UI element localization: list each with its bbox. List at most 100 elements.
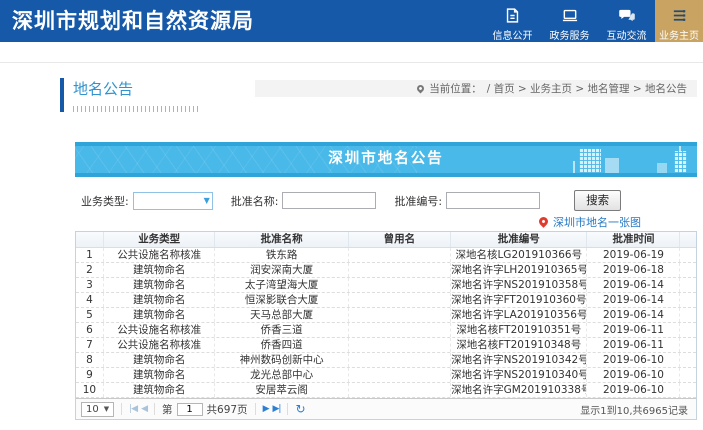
number-filter-input[interactable]: [446, 192, 540, 209]
table-row[interactable]: 6公共设施名称核准侨香三道深地名核FT201910351号2019-06-11: [76, 323, 696, 338]
cell-type: 建筑物命名: [104, 353, 216, 367]
table-body: 1公共设施名称核准铁东路深地名核LG201910366号2019-06-192建…: [76, 248, 696, 398]
cell-former: [349, 293, 451, 307]
pager-divider: [121, 403, 122, 415]
table-row[interactable]: 7公共设施名称核准侨香四道深地名核FT201910348号2019-06-11: [76, 338, 696, 353]
prev-page-button[interactable]: ◀: [141, 404, 147, 414]
cell-number: 深地名许字LH201910365号: [451, 263, 587, 277]
nav-item-gov-services[interactable]: 政务服务: [541, 0, 598, 42]
col-header-name: 批准名称: [215, 232, 348, 247]
table-row[interactable]: 9建筑物命名龙光总部中心深地名许字NS201910340号2019-06-10: [76, 368, 696, 383]
cell-type: 建筑物命名: [104, 293, 216, 307]
cell-num: 5: [76, 308, 104, 322]
cell-date: 2019-06-10: [587, 353, 680, 367]
cell-number: 深地名许字NS201910358号: [451, 278, 587, 292]
page-number-input[interactable]: [177, 403, 203, 416]
cell-number: 深地名许字NS201910340号: [451, 368, 587, 382]
title-ticks-decoration: [73, 106, 201, 112]
table-row[interactable]: 8建筑物命名神州数码创新中心深地名许字NS201910342号2019-06-1…: [76, 353, 696, 368]
pagination-bar: 10 ▼ |◀ ◀ 第 共697页 ▶ ▶| ↻ 显示1到10,共6965记录: [76, 398, 696, 419]
type-filter-label: 业务类型:: [81, 193, 129, 209]
cell-number: 深地名核LG201910366号: [451, 248, 587, 262]
cell-number: 深地名许字GM201910338号: [451, 383, 587, 397]
col-header-type: 业务类型: [104, 232, 216, 247]
map-link[interactable]: 深圳市地名一张图: [553, 214, 641, 230]
cell-type: 公共设施名称核准: [104, 323, 216, 337]
cell-date: 2019-06-14: [587, 293, 680, 307]
cell-former: [349, 248, 451, 262]
cell-spare: [680, 323, 696, 337]
cell-former: [349, 323, 451, 337]
map-link-row: 深圳市地名一张图: [75, 214, 697, 229]
laptop-icon: [561, 5, 579, 25]
cell-name: 太子湾望海大厦: [215, 278, 348, 292]
table-row[interactable]: 2建筑物命名润安深南大厦深地名许字LH201910365号2019-06-18: [76, 263, 696, 278]
cell-spare: [680, 248, 696, 262]
table-row[interactable]: 5建筑物命名天马总部大厦深地名许字LA201910356号2019-06-14: [76, 308, 696, 323]
cell-type: 建筑物命名: [104, 278, 216, 292]
cell-former: [349, 338, 451, 352]
nav-item-info-disclosure[interactable]: 信息公开: [484, 0, 541, 42]
cell-name: 安居萃云阁: [215, 383, 348, 397]
cell-type: 建筑物命名: [104, 263, 216, 277]
cell-number: 深地名核FT201910351号: [451, 323, 587, 337]
pager-divider: [287, 403, 288, 415]
page-root: 深圳市规划和自然资源局 信息公开 政务服务 互动交流: [0, 0, 703, 420]
cell-former: [349, 383, 451, 397]
search-button[interactable]: 搜索: [574, 190, 621, 211]
cell-number: 深地名核FT201910348号: [451, 338, 587, 352]
cell-date: 2019-06-10: [587, 383, 680, 397]
table-row[interactable]: 3建筑物命名太子湾望海大厦 深地名许字NS201910358号2019-06-14: [76, 278, 696, 293]
cell-num: 3: [76, 278, 104, 292]
cell-spare: [680, 353, 696, 367]
breadcrumb-path[interactable]: / 首页 > 业务主页 > 地名管理 > 地名公告: [487, 81, 687, 96]
cell-type: 建筑物命名: [104, 308, 216, 322]
cell-date: 2019-06-11: [587, 323, 680, 337]
cell-former: [349, 368, 451, 382]
cell-num: 9: [76, 368, 104, 382]
nav-item-business-home[interactable]: 业务主页: [655, 0, 703, 42]
next-page-button[interactable]: ▶: [263, 404, 269, 414]
table-row[interactable]: 10建筑物命名安居萃云阁 深地名许字GM201910338号2019-06-10: [76, 383, 696, 398]
filter-bar: 业务类型: ▼ 批准名称: 批准编号: 搜索: [75, 177, 697, 211]
nav-item-interaction[interactable]: 互动交流: [598, 0, 655, 42]
chat-icon: [618, 5, 636, 25]
cell-spare: [680, 263, 696, 277]
table-header-row: 业务类型 批准名称 曾用名 批准编号 批准时间: [76, 232, 696, 248]
number-filter-label: 批准编号:: [394, 193, 442, 209]
cell-name: 神州数码创新中心: [215, 353, 348, 367]
cell-type: 公共设施名称核准: [104, 248, 216, 262]
cell-name: 龙光总部中心: [215, 368, 348, 382]
page-title: 地名公告: [73, 78, 201, 99]
breadcrumb-prefix: 当前位置：: [429, 81, 482, 96]
col-header-index: [76, 232, 104, 247]
nav-item-label: 政务服务: [550, 27, 590, 42]
cell-former: [349, 353, 451, 367]
cell-num: 4: [76, 293, 104, 307]
type-filter-select[interactable]: ▼: [133, 192, 213, 210]
col-header-spare: [680, 232, 696, 247]
breadcrumb: 当前位置： / 首页 > 业务主页 > 地名管理 > 地名公告: [255, 80, 697, 97]
cell-date: 2019-06-19: [587, 248, 680, 262]
table-row[interactable]: 1公共设施名称核准铁东路深地名核LG201910366号2019-06-19: [76, 248, 696, 263]
cell-name: 侨香三道: [215, 323, 348, 337]
pager-divider: [154, 403, 155, 415]
cell-type: 建筑物命名: [104, 383, 216, 397]
chevron-down-icon: ▼: [104, 405, 109, 413]
header-divider: [0, 62, 703, 63]
nav-item-label: 业务主页: [659, 27, 699, 42]
cell-num: 8: [76, 353, 104, 367]
last-page-button[interactable]: ▶|: [272, 404, 280, 414]
cell-type: 公共设施名称核准: [104, 338, 216, 352]
page-size-select[interactable]: 10 ▼: [81, 402, 114, 417]
name-filter-input[interactable]: [282, 192, 376, 209]
refresh-button[interactable]: ↻: [295, 402, 305, 416]
cell-name: 润安深南大厦: [215, 263, 348, 277]
first-page-button[interactable]: |◀: [129, 404, 137, 414]
cell-date: 2019-06-14: [587, 278, 680, 292]
page-size-value: 10: [86, 404, 99, 415]
cell-num: 10: [76, 383, 104, 397]
cell-former: [349, 263, 451, 277]
table-row[interactable]: 4建筑物命名恒深影联合大厦深地名许字FT201910360号2019-06-14: [76, 293, 696, 308]
map-pin-icon: [537, 215, 550, 228]
